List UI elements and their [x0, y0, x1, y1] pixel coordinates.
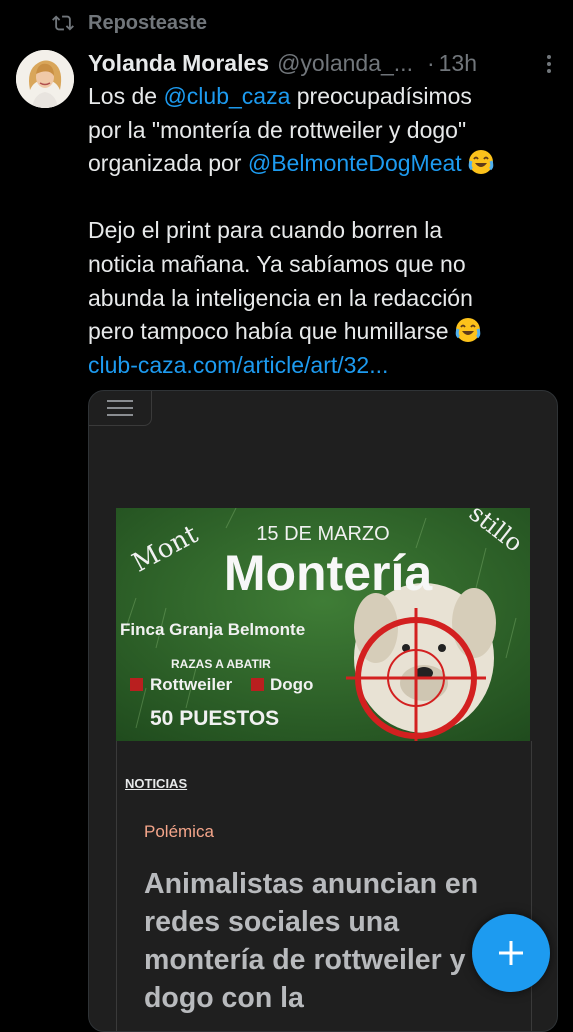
post-time[interactable]: 13h — [439, 50, 477, 77]
menu-button[interactable] — [89, 391, 152, 426]
poster-image: Mont stillo 15 DE MARZO Montería Finca G… — [116, 508, 530, 741]
hamburger-icon — [107, 400, 133, 416]
text-segment: pero tampoco había que humillarse — [88, 318, 449, 345]
avatar[interactable] — [16, 50, 74, 108]
article-link[interactable]: club-caza.com/article/art/32... — [88, 352, 388, 378]
avatar-image — [16, 50, 74, 108]
svg-text:Rottweiler: Rottweiler — [150, 675, 233, 694]
article-title-line: redes sociales una — [144, 906, 400, 938]
author-name[interactable]: Yolanda Morales — [88, 50, 269, 77]
svg-text:15 DE MARZO: 15 DE MARZO — [256, 523, 389, 545]
svg-text:Montería: Montería — [224, 545, 434, 601]
article-title-line: dogo con la — [144, 982, 304, 1014]
repost-icon — [52, 15, 74, 31]
text-segment: organizada por — [88, 150, 248, 177]
svg-text:RAZAS A ABATIR: RAZAS A ABATIR — [171, 657, 271, 671]
text-segment: Los de — [88, 83, 164, 109]
svg-text:Finca Granja Belmonte: Finca Granja Belmonte — [120, 620, 305, 639]
text-line: noticia mañana. Ya sabíamos que no — [88, 250, 466, 277]
repost-label: Reposteaste — [88, 11, 207, 34]
text-line: abunda la inteligencia en la redacción — [88, 284, 473, 311]
article-title: Animalistas anuncian en redes sociales u… — [144, 865, 514, 1017]
plus-icon — [499, 941, 523, 965]
laughing-emoji-icon — [468, 150, 494, 175]
repost-indicator: Reposteaste — [52, 10, 207, 36]
separator-dot: · — [426, 49, 435, 76]
article-title-line: Animalistas anuncian en — [144, 868, 479, 900]
author-handle[interactable]: @yolanda_... — [277, 50, 413, 77]
text-segment: preocupadísimos — [290, 83, 472, 109]
svg-text:Dogo: Dogo — [270, 675, 313, 694]
article-category[interactable]: NOTICIAS — [125, 776, 187, 791]
event-poster: Mont stillo 15 DE MARZO Montería Finca G… — [116, 508, 530, 741]
svg-text:50 PUESTOS: 50 PUESTOS — [150, 707, 279, 730]
post-text: Los de @club_caza preocupadísimos por la… — [88, 80, 563, 382]
text-line: por la "montería de rottweiler y dogo" — [88, 116, 467, 143]
post-header: Yolanda Morales @yolanda_... · 13h — [88, 46, 559, 80]
laughing-emoji-icon — [455, 318, 481, 343]
text-line: Dejo el print para cuando borren la — [88, 217, 443, 244]
more-options-icon[interactable] — [539, 52, 559, 76]
article-tag: Polémica — [144, 822, 214, 841]
mention-belmonte[interactable]: @BelmonteDogMeat — [248, 150, 462, 176]
article-title-line: montería de rottweiler y — [144, 944, 466, 976]
compose-button[interactable] — [472, 914, 550, 992]
mention-club-caza[interactable]: @club_caza — [163, 83, 290, 109]
